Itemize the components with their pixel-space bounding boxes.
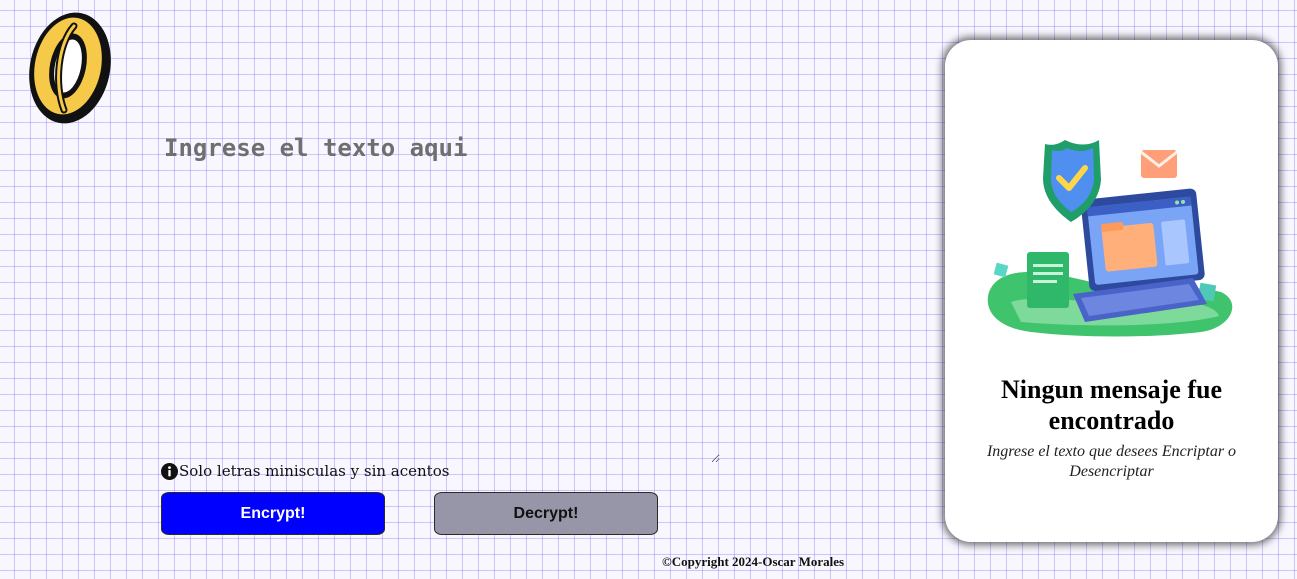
encrypt-button[interactable]: Encrypt! bbox=[161, 492, 385, 535]
text-input[interactable] bbox=[160, 130, 720, 463]
copyright-footer: ©Copyright 2024-Oscar Morales bbox=[662, 554, 845, 569]
result-panel: Ningun mensaje fue encontrado Ingrese el… bbox=[945, 40, 1278, 542]
security-illustration bbox=[987, 140, 1233, 337]
input-hint: Solo letras minisculas y sin acentos bbox=[161, 462, 449, 480]
decrypt-button[interactable]: Decrypt! bbox=[434, 492, 658, 535]
panel-subtitle: Ingrese el texto que desees Encriptar o … bbox=[986, 443, 1237, 480]
hint-text: Solo letras minisculas y sin acentos bbox=[179, 462, 450, 480]
logo bbox=[29, 12, 111, 124]
info-icon bbox=[161, 462, 178, 480]
panel-title: Ningun mensaje fue encontrado bbox=[1000, 375, 1222, 435]
